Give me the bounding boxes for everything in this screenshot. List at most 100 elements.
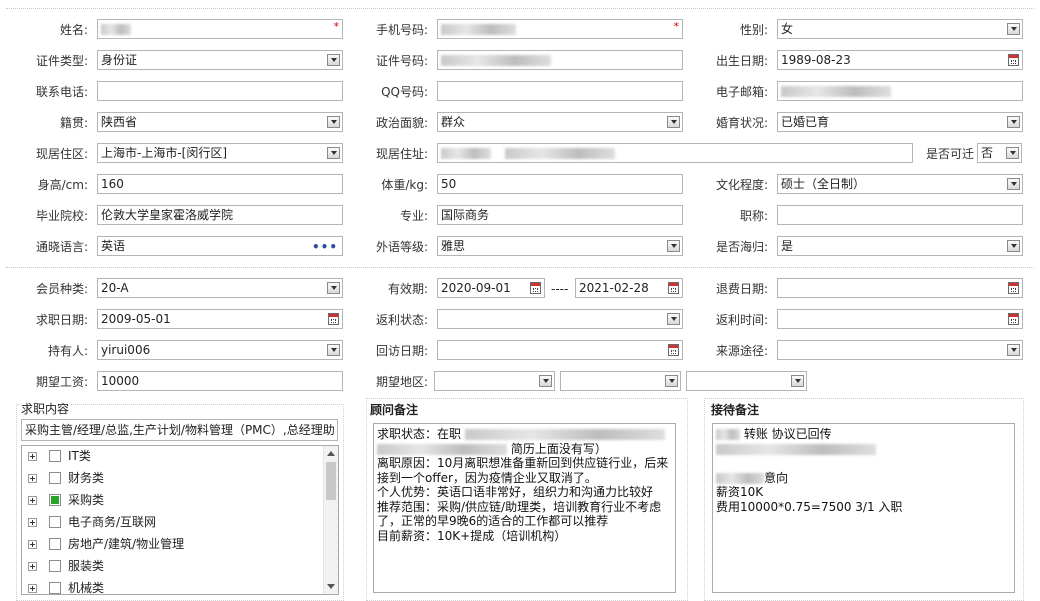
- checkbox[interactable]: [49, 472, 61, 484]
- chevron-down-icon[interactable]: [539, 375, 552, 387]
- checkbox[interactable]: [49, 516, 61, 528]
- rebate-time-field[interactable]: [777, 309, 1023, 329]
- tree-scrollbar[interactable]: [323, 446, 338, 594]
- chevron-down-icon[interactable]: [665, 375, 678, 387]
- checkbox[interactable]: [49, 450, 61, 462]
- chevron-down-icon[interactable]: [667, 116, 680, 128]
- native-place-label: 籍贯:: [59, 116, 88, 130]
- chevron-down-icon[interactable]: [327, 54, 340, 66]
- chevron-down-icon[interactable]: [1007, 116, 1020, 128]
- scroll-down-icon[interactable]: [327, 584, 335, 589]
- political-select[interactable]: 群众: [437, 112, 683, 132]
- calendar-icon[interactable]: [328, 313, 339, 325]
- expand-icon[interactable]: [28, 518, 37, 527]
- expand-icon[interactable]: [28, 540, 37, 549]
- region-city-select[interactable]: [560, 371, 681, 391]
- height-field[interactable]: 160: [97, 174, 343, 194]
- native-place-select[interactable]: 陕西省: [97, 112, 343, 132]
- holder-label: 持有人:: [47, 344, 88, 358]
- expand-icon[interactable]: [28, 474, 37, 483]
- checkbox[interactable]: [49, 538, 61, 550]
- refund-date-field[interactable]: [777, 278, 1023, 298]
- weight-label: 体重/kg:: [381, 178, 428, 192]
- calendar-icon[interactable]: [1008, 54, 1019, 66]
- email-field[interactable]: [777, 81, 1023, 101]
- id-number-label: 证件号码:: [375, 54, 428, 68]
- job-content-summary[interactable]: 采购主管/经理/总监,生产计划/物料管理（PMC）,总经理助: [21, 419, 338, 441]
- calendar-icon[interactable]: [668, 344, 679, 356]
- reception-notes-textarea[interactable]: 转账 协议已回传 意向 薪资10K 费用10000*0.75=7500 3/1 入职: [712, 423, 1015, 593]
- name-field[interactable]: *: [97, 19, 343, 39]
- chevron-down-icon[interactable]: [1007, 178, 1020, 190]
- scroll-up-icon[interactable]: [327, 451, 335, 456]
- member-type-label: 会员种类:: [35, 282, 88, 296]
- checkbox[interactable]: [49, 582, 61, 594]
- qq-field[interactable]: [437, 81, 683, 101]
- calendar-icon[interactable]: [1008, 282, 1019, 294]
- chevron-down-icon[interactable]: [327, 147, 340, 159]
- expand-icon[interactable]: [28, 452, 37, 461]
- chevron-down-icon[interactable]: [791, 375, 804, 387]
- relocate-select[interactable]: 否: [977, 143, 1022, 163]
- chevron-down-icon[interactable]: [667, 240, 680, 252]
- job-title-field[interactable]: [777, 205, 1023, 225]
- region-province-select[interactable]: [434, 371, 555, 391]
- residence-area-select[interactable]: 上海市-上海市-[闵行区]: [97, 143, 343, 163]
- advisor-notes-title: 顾问备注: [370, 403, 419, 417]
- redacted-value: [441, 148, 491, 159]
- education-select[interactable]: 硕士（全日制）: [777, 174, 1023, 194]
- expected-salary-field[interactable]: 10000: [97, 371, 343, 391]
- calendar-icon[interactable]: [1008, 313, 1019, 325]
- language-level-select[interactable]: 雅思: [437, 236, 683, 256]
- redacted-value: [504, 148, 615, 159]
- redacted-value: [716, 472, 764, 484]
- mobile-field[interactable]: *: [437, 19, 683, 39]
- language-field[interactable]: 英语 •••: [97, 236, 343, 256]
- overseas-select[interactable]: 是: [777, 236, 1023, 256]
- marital-select[interactable]: 已婚已育: [777, 112, 1023, 132]
- source-select[interactable]: [777, 340, 1023, 360]
- chevron-down-icon[interactable]: [1007, 23, 1020, 35]
- address-field[interactable]: [437, 143, 913, 163]
- valid-to-field[interactable]: 2021-02-28: [575, 278, 683, 298]
- calendar-icon[interactable]: [668, 282, 679, 294]
- chevron-down-icon[interactable]: [327, 344, 340, 356]
- chevron-down-icon[interactable]: [327, 116, 340, 128]
- checkbox-checked[interactable]: [49, 494, 61, 506]
- chevron-down-icon[interactable]: [1007, 344, 1020, 356]
- valid-from-field[interactable]: 2020-09-01: [437, 278, 545, 298]
- major-field[interactable]: 国际商务: [437, 205, 683, 225]
- advisor-notes-textarea[interactable]: 求职状态：在职 简历上面没有写） 离职原因：10月离职想准备重新回到供应链行业，后…: [373, 423, 676, 593]
- school-field[interactable]: 伦敦大学皇家霍洛威学院: [97, 205, 343, 225]
- calendar-icon[interactable]: [530, 282, 541, 294]
- language-label: 通晓语言:: [35, 240, 88, 254]
- overseas-label: 是否海归:: [715, 240, 768, 254]
- gender-select[interactable]: 女: [777, 19, 1023, 39]
- phone-field[interactable]: [97, 81, 343, 101]
- job-content-panel: 求职内容 采购主管/经理/总监,生产计划/物料管理（PMC）,总经理助 IT类 …: [16, 400, 344, 601]
- chevron-down-icon[interactable]: [1006, 147, 1019, 159]
- expand-icon[interactable]: [28, 584, 37, 593]
- checkbox[interactable]: [49, 560, 61, 572]
- chevron-down-icon[interactable]: [1007, 240, 1020, 252]
- job-category-tree: IT类 财务类 采购类 电子商务/互联网 房地产/建筑/物业管理 服装类 机械类: [21, 445, 339, 595]
- address-label: 现居住址:: [375, 147, 428, 161]
- region-district-select[interactable]: [686, 371, 807, 391]
- member-type-select[interactable]: 20-A: [97, 278, 343, 298]
- more-icon[interactable]: •••: [312, 238, 338, 255]
- holder-select[interactable]: yirui006: [97, 340, 343, 360]
- chevron-down-icon[interactable]: [667, 313, 680, 325]
- rebate-status-select[interactable]: [437, 309, 683, 329]
- apply-date-field[interactable]: 2009-05-01: [97, 309, 343, 329]
- expand-icon[interactable]: [28, 496, 37, 505]
- weight-field[interactable]: 50: [437, 174, 683, 194]
- expand-icon[interactable]: [28, 562, 37, 571]
- redacted-value: [464, 429, 665, 440]
- id-number-field[interactable]: [437, 50, 683, 70]
- id-type-select[interactable]: 身份证: [97, 50, 343, 70]
- relocate-label: 是否可迁: [925, 147, 974, 161]
- chevron-down-icon[interactable]: [327, 282, 340, 294]
- birth-date-field[interactable]: 1989-08-23: [777, 50, 1023, 70]
- visit-date-field[interactable]: [437, 340, 683, 360]
- scroll-thumb[interactable]: [326, 462, 336, 500]
